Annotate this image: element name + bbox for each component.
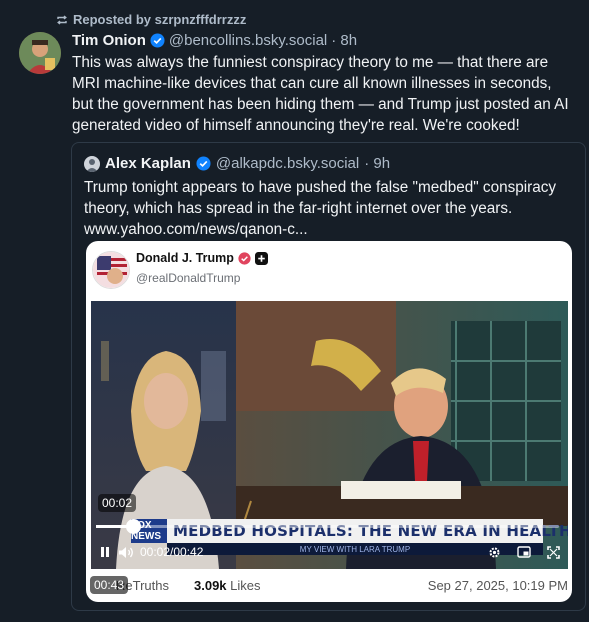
- quote-handle[interactable]: @alkapdc.bsky.social: [216, 155, 359, 172]
- video-player[interactable]: 00:02 FOX NEWS MEDBED HOSPITALS: THE NEW…: [91, 301, 568, 569]
- quote-time[interactable]: · 9h: [364, 155, 390, 172]
- truth-date: Sep 27, 2025, 10:19 PM: [427, 578, 568, 593]
- settings-gear-icon[interactable]: [488, 546, 501, 559]
- repost-icon: [57, 14, 67, 25]
- volume-icon[interactable]: [118, 546, 134, 559]
- verified-icon: [196, 156, 211, 171]
- truth-handle: @realDonaldTrump: [136, 271, 241, 285]
- video-time-display: 00:02/00:42: [140, 545, 204, 559]
- truth-author-name: Donald J. Trump: [136, 251, 234, 265]
- truth-stats-bar: ReTruths 00:43 3.09k Likes Sep 27, 2025,…: [86, 575, 572, 597]
- embedded-truth-post[interactable]: Donald J. Trump @realDonaldTrump 00:02 F…: [86, 241, 572, 602]
- pause-icon[interactable]: [100, 546, 110, 558]
- video-duration-pill: 00:43: [90, 576, 129, 594]
- avatar[interactable]: [19, 32, 61, 74]
- repost-label: Reposted by szrpnzfffdrrzzz: [73, 12, 247, 27]
- likes-label[interactable]: Likes: [230, 578, 260, 593]
- likes-count: 3.09k: [194, 578, 227, 593]
- scrubber-handle[interactable]: [126, 519, 141, 534]
- quote-author-name[interactable]: Alex Kaplan: [105, 155, 191, 172]
- video-scrubber[interactable]: [96, 519, 559, 534]
- repost-indicator[interactable]: Reposted by szrpnzfffdrrzzz: [56, 12, 246, 27]
- author-handle[interactable]: @bencollins.bsky.social: [169, 32, 327, 49]
- post-time[interactable]: · 8h: [331, 32, 357, 49]
- video-elapsed-pill: 00:02: [98, 494, 137, 512]
- verified-badge-icon: [238, 251, 251, 265]
- picture-in-picture-icon[interactable]: [517, 546, 531, 558]
- quote-avatar: [84, 155, 100, 172]
- truth-avatar: [92, 251, 130, 289]
- fullscreen-icon[interactable]: [547, 545, 560, 559]
- plus-icon: [254, 251, 268, 265]
- quote-text: Trump tonight appears to have pushed the…: [84, 179, 557, 238]
- quote-card[interactable]: Alex Kaplan @alkapdc.bsky.social · 9h Tr…: [71, 142, 586, 611]
- author-name[interactable]: Tim Onion: [72, 32, 146, 49]
- chyron-headline: MEDBED HOSPITALS: THE NEW ERA IN HEALTHC…: [167, 519, 568, 543]
- post-text: This was always the funniest conspiracy …: [72, 54, 569, 134]
- verified-icon: [150, 33, 165, 48]
